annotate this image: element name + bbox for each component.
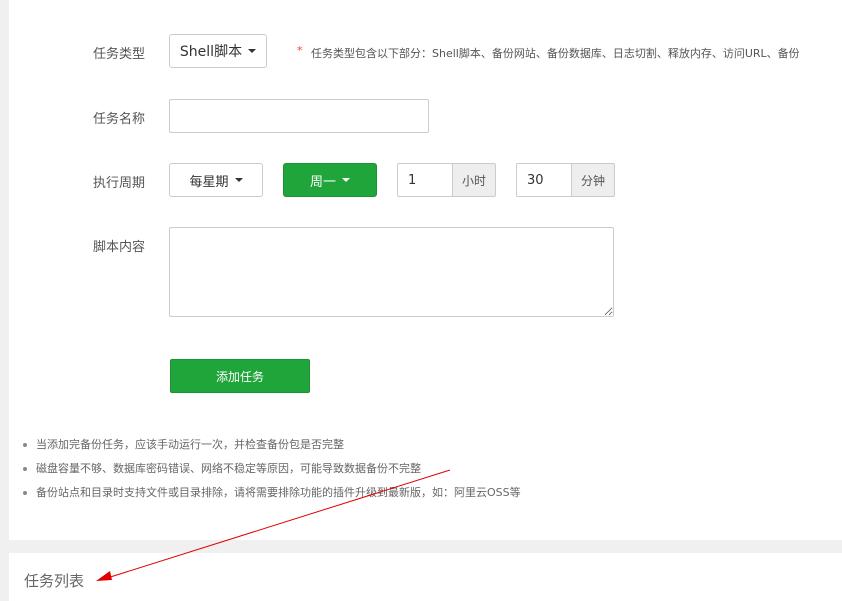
annotation-arrow-icon xyxy=(96,469,451,581)
